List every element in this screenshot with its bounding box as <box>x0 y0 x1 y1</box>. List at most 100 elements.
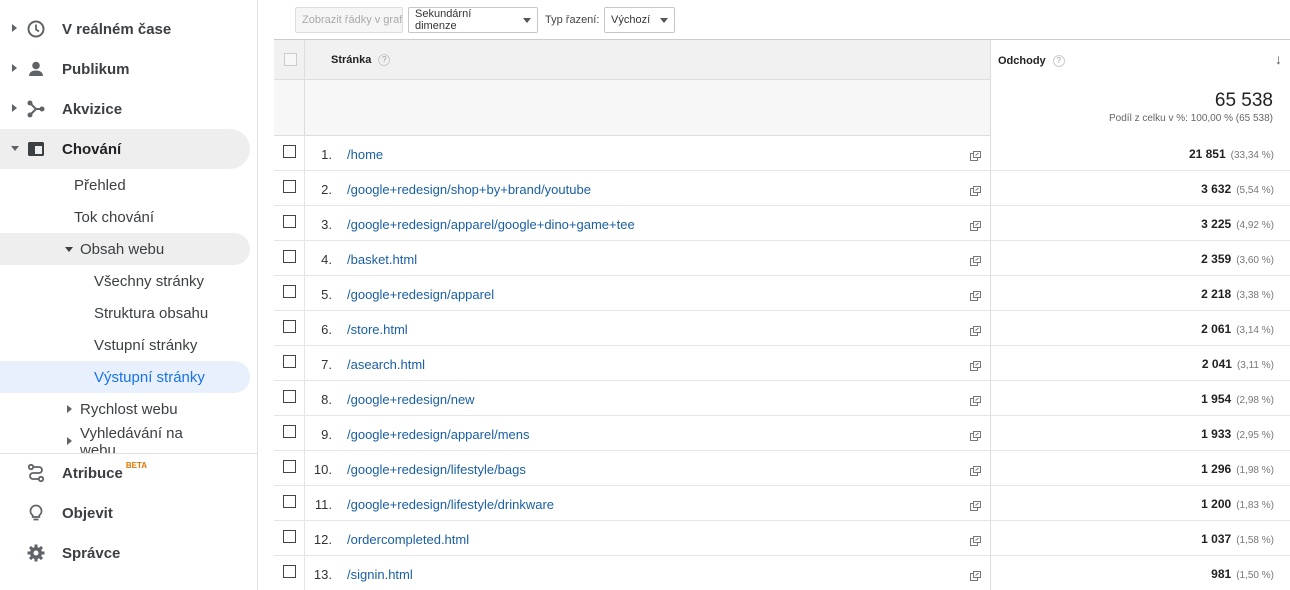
nav-attribution[interactable]: Atribuce BETA <box>0 453 250 493</box>
nav-site-speed[interactable]: Rychlost webu <box>0 393 250 425</box>
exits-value: 1 200 <box>1201 497 1232 511</box>
table-row: 7. /asearch.html 2 041 (3,11 %) <box>274 346 1290 381</box>
page-path-link[interactable]: /google+redesign/shop+by+brand/youtube <box>347 182 591 197</box>
open-page-icon[interactable] <box>970 288 981 301</box>
exits-cell: 2 359 (3,60 %) <box>990 241 1290 276</box>
exits-percent: (1,98 %) <box>1236 465 1274 476</box>
exits-cell: 2 061 (3,14 %) <box>990 311 1290 346</box>
open-page-icon[interactable] <box>970 183 981 196</box>
column-header-page[interactable]: Stránka <box>331 54 371 66</box>
page-path-link[interactable]: /store.html <box>347 322 408 337</box>
secondary-dimension-dropdown[interactable]: Sekundární dimenze <box>408 7 538 33</box>
row-number: 8. <box>321 392 332 407</box>
exits-value: 1 037 <box>1201 532 1232 546</box>
table-row: 6. /store.html 2 061 (3,14 %) <box>274 311 1290 346</box>
open-page-icon[interactable] <box>970 568 981 581</box>
caret-right-icon <box>12 24 17 32</box>
nav-discover[interactable]: Objevit <box>0 493 250 533</box>
table-row: 1. /home 21 851 (33,34 %) <box>274 136 1290 171</box>
row-checkbox[interactable] <box>283 215 296 228</box>
page-path-link[interactable]: /basket.html <box>347 252 417 267</box>
nav-admin[interactable]: Správce <box>0 533 250 573</box>
nav-behavior-overview[interactable]: Přehled <box>0 169 250 201</box>
exits-cell: 1 296 (1,98 %) <box>990 451 1290 486</box>
totals-metric-cell: 65 538 Podíl z celku v %: 100,00 % (65 5… <box>990 80 1290 136</box>
open-page-icon[interactable] <box>970 358 981 371</box>
beta-badge: BETA <box>125 461 148 470</box>
caret-right-icon <box>67 437 72 445</box>
exits-value: 2 061 <box>1201 322 1232 336</box>
lightbulb-icon <box>26 503 46 523</box>
open-page-icon[interactable] <box>970 148 981 161</box>
row-checkbox[interactable] <box>283 250 296 263</box>
page-path-link[interactable]: /google+redesign/apparel/mens <box>347 427 530 442</box>
exits-cell: 21 851 (33,34 %) <box>990 136 1290 171</box>
nav-site-speed-label: Rychlost webu <box>80 401 178 418</box>
nav-all-pages[interactable]: Všechny stránky <box>0 265 250 297</box>
nav-audience[interactable]: Publikum <box>0 49 250 89</box>
nav-realtime[interactable]: V reálném čase <box>0 9 250 49</box>
exits-cell: 981 (1,50 %) <box>990 556 1290 590</box>
nav-content-drilldown[interactable]: Struktura obsahu <box>0 297 250 329</box>
caret-right-icon <box>67 405 72 413</box>
nav-behavior-flow[interactable]: Tok chování <box>0 201 250 233</box>
select-all-checkbox[interactable] <box>284 53 297 66</box>
open-page-icon[interactable] <box>970 463 981 476</box>
row-checkbox[interactable] <box>283 180 296 193</box>
page-path-link[interactable]: /ordercompleted.html <box>347 532 469 547</box>
open-page-icon[interactable] <box>970 323 981 336</box>
plot-rows-button[interactable]: Zobrazit řádky v grafu <box>295 7 403 33</box>
nav-site-search[interactable]: Vyhledávání na webu <box>0 423 250 453</box>
row-checkbox[interactable] <box>283 530 296 543</box>
row-checkbox[interactable] <box>283 565 296 578</box>
nav-all-pages-label: Všechny stránky <box>94 273 205 290</box>
caret-right-icon <box>12 104 17 112</box>
row-checkbox[interactable] <box>283 145 296 158</box>
open-page-icon[interactable] <box>970 533 981 546</box>
nav-behavior-label: Chování <box>62 141 122 158</box>
nav-site-content[interactable]: Obsah webu <box>0 233 250 265</box>
column-header-exits[interactable]: Odchody? ↓ <box>990 40 1290 80</box>
row-checkbox[interactable] <box>283 285 296 298</box>
nav-behavior[interactable]: Chování <box>0 129 250 169</box>
table-row: 9. /google+redesign/apparel/mens 1 933 (2,9… <box>274 416 1290 451</box>
open-page-icon[interactable] <box>970 498 981 511</box>
row-checkbox[interactable] <box>283 425 296 438</box>
exits-value: 1 954 <box>1201 392 1232 406</box>
caret-down-icon <box>65 247 73 252</box>
open-page-icon[interactable] <box>970 253 981 266</box>
exits-value: 2 218 <box>1201 287 1232 301</box>
page-path-link[interactable]: /home <box>347 147 383 162</box>
help-icon[interactable]: ? <box>1052 55 1065 68</box>
exits-percent: (3,38 %) <box>1236 290 1274 301</box>
sort-type-dropdown[interactable]: Výchozí <box>604 7 675 33</box>
nav-acquisition[interactable]: Akvizice <box>0 89 250 129</box>
column-header-exits-label: Odchody <box>998 55 1046 67</box>
nav-realtime-label: V reálném čase <box>62 21 172 38</box>
sort-descending-icon[interactable]: ↓ <box>1275 51 1282 67</box>
row-checkbox[interactable] <box>283 390 296 403</box>
nav-landing-pages[interactable]: Vstupní stránky <box>0 329 250 361</box>
page-path-link[interactable]: /google+redesign/apparel <box>347 287 494 302</box>
open-page-icon[interactable] <box>970 218 981 231</box>
row-checkbox[interactable] <box>283 495 296 508</box>
row-checkbox[interactable] <box>283 460 296 473</box>
help-icon[interactable]: ? <box>378 54 391 67</box>
page-path-link[interactable]: /google+redesign/lifestyle/drinkware <box>347 497 554 512</box>
open-page-icon[interactable] <box>970 393 981 406</box>
exits-percent: (1,58 %) <box>1236 535 1274 546</box>
page-path-link[interactable]: /google+redesign/new <box>347 392 475 407</box>
table-toolbar: Zobrazit řádky v grafu Sekundární dimenz… <box>274 0 1290 38</box>
row-checkbox[interactable] <box>283 320 296 333</box>
page-path-link[interactable]: /signin.html <box>347 567 413 582</box>
nav-landing-pages-label: Vstupní stránky <box>94 337 198 354</box>
row-checkbox[interactable] <box>283 355 296 368</box>
open-page-icon[interactable] <box>970 428 981 441</box>
nav-site-content-label: Obsah webu <box>80 241 165 258</box>
page-path-link[interactable]: /google+redesign/lifestyle/bags <box>347 462 526 477</box>
nav-behavior-flow-label: Tok chování <box>74 209 155 226</box>
page-path-link[interactable]: /asearch.html <box>347 357 425 372</box>
page-path-link[interactable]: /google+redesign/apparel/google+dino+gam… <box>347 217 635 232</box>
nav-exit-pages[interactable]: Výstupní stránky <box>0 361 250 393</box>
row-number: 4. <box>321 252 332 267</box>
